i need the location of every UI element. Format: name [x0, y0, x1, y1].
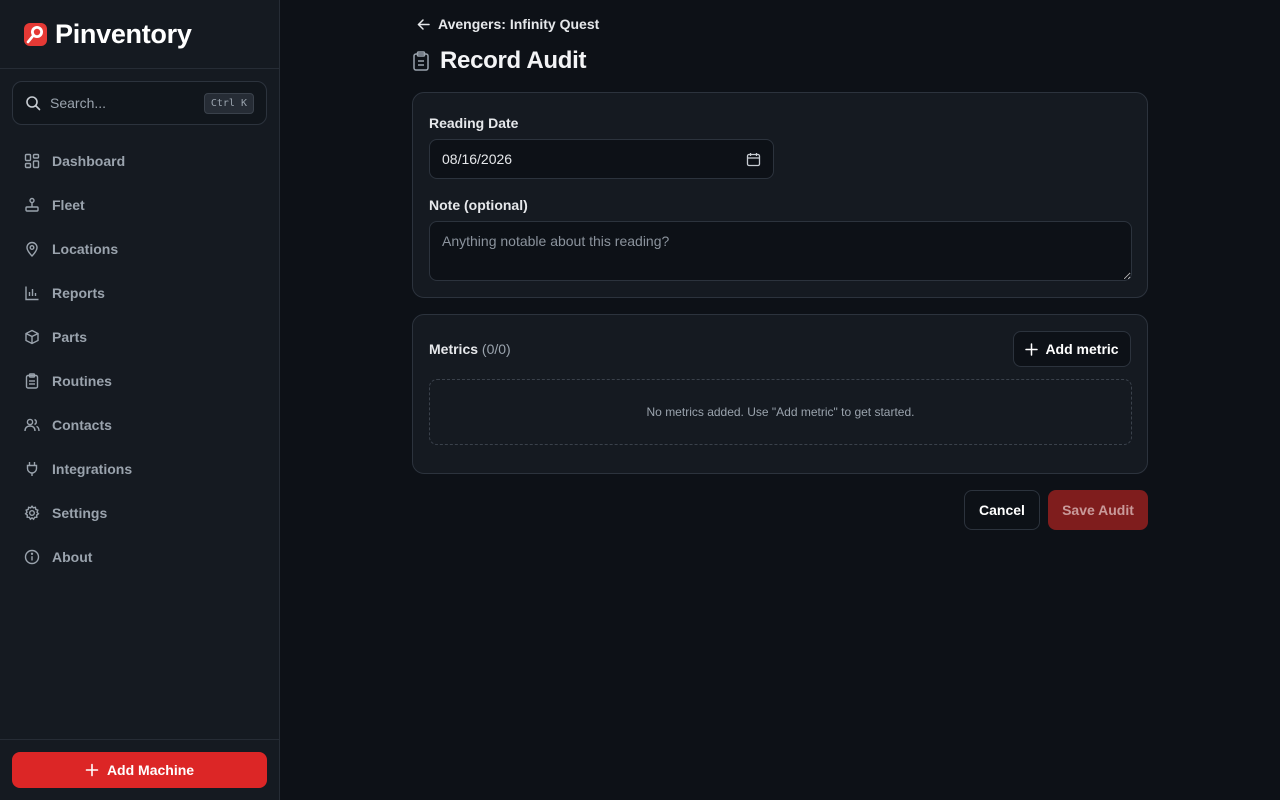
sidebar-item-label: Contacts — [52, 417, 112, 433]
sidebar-item-about[interactable]: About — [12, 535, 267, 579]
clipboard-icon — [413, 51, 429, 71]
sidebar-item-fleet[interactable]: Fleet — [12, 183, 267, 227]
plus-icon — [1025, 342, 1039, 356]
sidebar-item-integrations[interactable]: Integrations — [12, 447, 267, 491]
sidebar-item-dashboard[interactable]: Dashboard — [12, 139, 267, 183]
sidebar-footer: Add Machine — [0, 739, 279, 800]
search-box[interactable]: Search... Ctrl K — [12, 81, 267, 125]
back-link-label: Avengers: Infinity Quest — [438, 16, 600, 32]
users-icon — [24, 418, 40, 432]
add-metric-label: Add metric — [1045, 341, 1119, 357]
bar-chart-icon — [25, 286, 39, 301]
reading-date-label: Reading Date — [429, 115, 519, 131]
reading-date-value: 08/16/2026 — [442, 151, 513, 167]
cancel-button[interactable]: Cancel — [964, 490, 1040, 530]
search-placeholder: Search... — [50, 95, 107, 111]
add-machine-button[interactable]: Add Machine — [12, 752, 267, 788]
sidebar-item-settings[interactable]: Settings — [12, 491, 267, 535]
search-shortcut-badge: Ctrl K — [203, 92, 254, 114]
joystick-icon — [25, 197, 39, 212]
sidebar: Pinventory Search... Ctrl K Dashboard Fl… — [0, 0, 280, 800]
map-pin-icon — [26, 241, 38, 257]
calendar-icon[interactable] — [746, 152, 761, 167]
brand[interactable]: Pinventory — [0, 0, 279, 69]
sidebar-item-routines[interactable]: Routines — [12, 359, 267, 403]
sidebar-item-label: Locations — [52, 241, 119, 257]
add-machine-label: Add Machine — [106, 762, 195, 778]
reading-date-input[interactable]: 08/16/2026 — [429, 139, 774, 179]
sidebar-item-label: Settings — [52, 505, 108, 521]
plug-icon — [26, 462, 38, 476]
dashboard-icon — [24, 153, 40, 169]
audit-form-card: Reading Date 08/16/2026 Note (optional) — [412, 92, 1148, 298]
sidebar-item-label: Fleet — [52, 197, 85, 213]
sidebar-item-parts[interactable]: Parts — [12, 315, 267, 359]
app-name: Pinventory — [55, 18, 192, 49]
page-title: Record Audit — [440, 47, 587, 74]
search-icon — [26, 96, 41, 111]
sidebar-item-label: Dashboard — [52, 153, 126, 169]
info-icon — [24, 549, 40, 565]
metrics-card: Metrics (0/0) Add metric No metrics adde… — [412, 314, 1148, 474]
arrow-left-icon — [417, 18, 430, 30]
sidebar-item-label: About — [52, 549, 93, 565]
package-icon — [25, 329, 39, 345]
sidebar-item-reports[interactable]: Reports — [12, 271, 267, 315]
clipboard-list-icon — [25, 373, 39, 389]
sidebar-item-label: Parts — [52, 329, 88, 345]
sidebar-item-label: Integrations — [52, 461, 133, 477]
plus-icon — [85, 763, 99, 777]
sidebar-item-label: Reports — [52, 285, 105, 301]
note-textarea[interactable] — [429, 221, 1132, 281]
add-metric-button[interactable]: Add metric — [1013, 331, 1131, 367]
metrics-header: Metrics (0/0) — [429, 341, 511, 357]
sidebar-item-label: Routines — [52, 373, 112, 389]
save-audit-button[interactable]: Save Audit — [1048, 490, 1148, 530]
back-link[interactable]: Avengers: Infinity Quest — [416, 15, 599, 33]
gear-icon — [24, 505, 40, 521]
metrics-empty-state: No metrics added. Use "Add metric" to ge… — [429, 379, 1132, 445]
page-header: Record Audit — [412, 47, 586, 75]
note-label: Note (optional) — [429, 197, 528, 213]
metrics-title: Metrics — [429, 341, 479, 357]
sidebar-item-contacts[interactable]: Contacts — [12, 403, 267, 447]
pin-logo-icon — [24, 22, 47, 46]
metrics-count: (0/0) — [481, 341, 511, 357]
sidebar-item-locations[interactable]: Locations — [12, 227, 267, 271]
sidebar-nav: Dashboard Fleet Locations Reports Parts — [12, 139, 267, 579]
